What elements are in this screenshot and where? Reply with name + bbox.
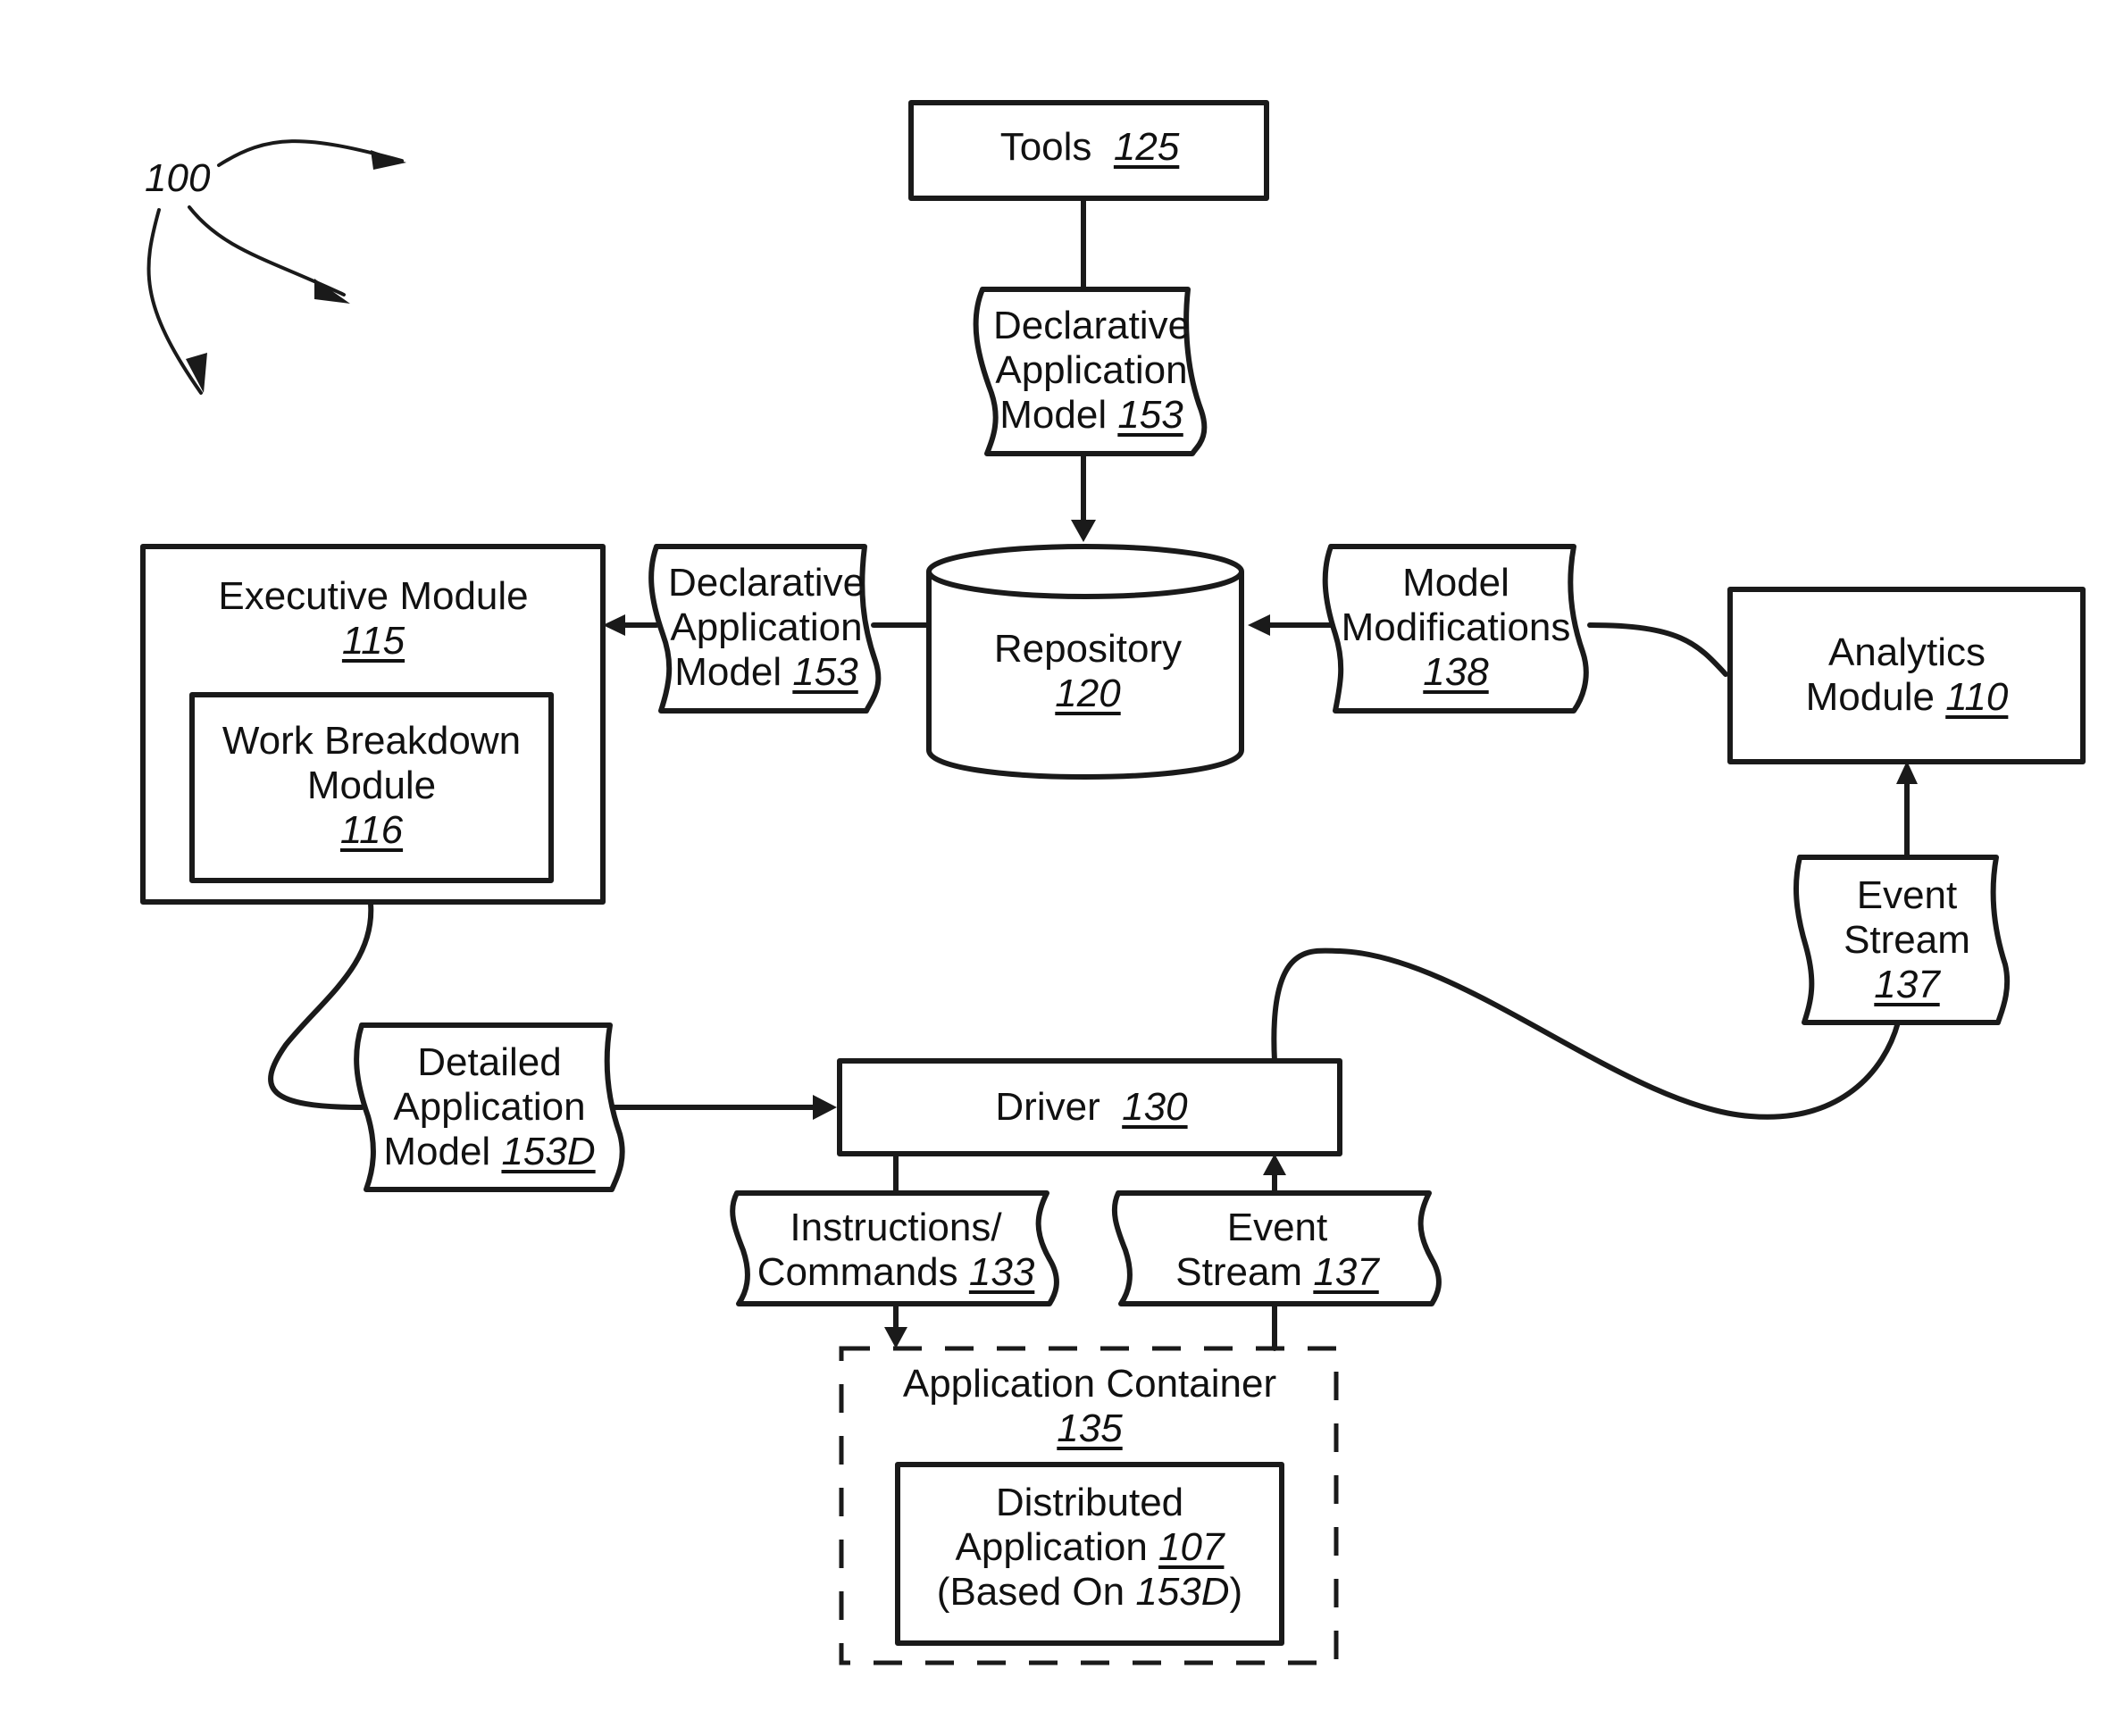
distributed-app-label: Distributed Application 107 (Based On 15… — [937, 1481, 1242, 1615]
event-stream-bottom-line1: Event — [1226, 1206, 1328, 1249]
app-container-ref: 135 — [1057, 1406, 1123, 1450]
dam-top-ref: 153 — [1117, 393, 1183, 437]
dam-top-line3: Model — [999, 393, 1108, 437]
instructions-ref: 133 — [968, 1250, 1035, 1294]
app-container-label: Application Container 135 — [903, 1362, 1276, 1451]
dam-top-line2: Application — [995, 348, 1188, 392]
detailed-model-ref: 153D — [501, 1130, 596, 1173]
work-breakdown-ref: 116 — [339, 808, 404, 852]
app-container-text: Application Container — [902, 1362, 1277, 1406]
tools-label: Tools 125 — [1000, 125, 1180, 170]
driver-text: Driver — [995, 1085, 1100, 1129]
driver-ref: 130 — [1122, 1085, 1188, 1129]
work-breakdown-line2: Module — [306, 764, 437, 807]
container-arrowhead — [884, 1327, 907, 1348]
analytics-line2: Module — [1805, 675, 1935, 719]
event-stream-bottom-ref: 137 — [1313, 1250, 1379, 1294]
distributed-app-line3-suffix: ) — [1229, 1570, 1243, 1614]
distributed-app-line3-prefix: (Based On — [936, 1570, 1136, 1614]
model-mods-line2: Modifications — [1341, 605, 1571, 649]
event-stream-right-line1: Event — [1856, 873, 1958, 917]
repository-text: Repository — [993, 627, 1183, 671]
detailed-model-line1: Detailed — [417, 1040, 562, 1084]
distributed-app-ref: 107 — [1158, 1525, 1225, 1569]
detailed-model-line3: Model — [383, 1130, 491, 1173]
executive-module-text: Executive Module — [218, 574, 529, 618]
repository-arrowhead — [1248, 614, 1270, 636]
work-breakdown-line1: Work Breakdown — [222, 719, 522, 763]
tools-text: Tools — [999, 125, 1092, 169]
analytics-ref: 110 — [1945, 675, 2009, 719]
detailed-model-line2: Application — [393, 1085, 586, 1129]
instructions-label: Instructions/ Commands 133 — [757, 1206, 1035, 1295]
repository-label: Repository 120 — [994, 627, 1182, 716]
event-stream-right-line2: Stream — [1844, 918, 1970, 962]
dam-left-line2: Application — [670, 605, 863, 649]
tools-ref: 125 — [1113, 125, 1180, 169]
dam-top-label: Declarative Application Model 153 — [993, 304, 1190, 438]
detailed-model-label: Detailed Application Model 153D — [383, 1040, 595, 1174]
distributed-app-line3-ref: 153D — [1135, 1570, 1230, 1614]
executive-module-label: Executive Module 115 — [218, 574, 528, 664]
figure-arrow-diag — [188, 205, 346, 296]
event-stream-bottom-label: Event Stream 137 — [1175, 1206, 1378, 1295]
event-stream-right-ref: 137 — [1874, 963, 1940, 1006]
model-mods-ref: 138 — [1423, 650, 1489, 694]
figure-arrow-diag-head — [314, 279, 350, 304]
model-mods-line1: Model — [1402, 561, 1509, 605]
analytics-module-label: Analytics Module 110 — [1806, 630, 2009, 720]
dam-left-ref: 153 — [792, 650, 858, 694]
diagram-canvas — [140, 100, 2086, 1665]
distributed-app-line1: Distributed — [995, 1481, 1184, 1524]
dam-left-line1: Declarative — [667, 561, 865, 605]
event-stream-bottom-line2: Stream — [1175, 1250, 1303, 1294]
driver-up-arrowhead — [1263, 1154, 1286, 1175]
model-mods-label: Model Modifications 138 — [1342, 561, 1571, 695]
driver-arrowhead — [813, 1095, 837, 1120]
event-stream-right-label: Event Stream 137 — [1844, 873, 1970, 1007]
executive-module-ref: 115 — [341, 619, 406, 663]
analytics-to-model-mods-curve — [1587, 622, 1728, 677]
dam-left-label: Declarative Application Model 153 — [668, 561, 865, 695]
distributed-app-line2: Application — [955, 1525, 1148, 1569]
dam-to-repository-arrowhead — [1071, 520, 1096, 542]
driver-label: Driver 130 — [995, 1085, 1187, 1130]
figure-ref-label: 100 — [145, 156, 211, 200]
dam-left-line3: Model — [674, 650, 782, 694]
instructions-line2: Commands — [757, 1250, 958, 1294]
analytics-line1: Analytics — [1827, 630, 1986, 674]
dam-top-line1: Declarative — [992, 304, 1191, 347]
driver-to-event-stream-curve — [1271, 947, 1901, 1120]
repository-ref: 120 — [1055, 672, 1121, 715]
instructions-line1: Instructions/ — [790, 1206, 1002, 1249]
work-breakdown-label: Work Breakdown Module 116 — [222, 719, 521, 853]
executive-arrowhead — [603, 614, 625, 636]
